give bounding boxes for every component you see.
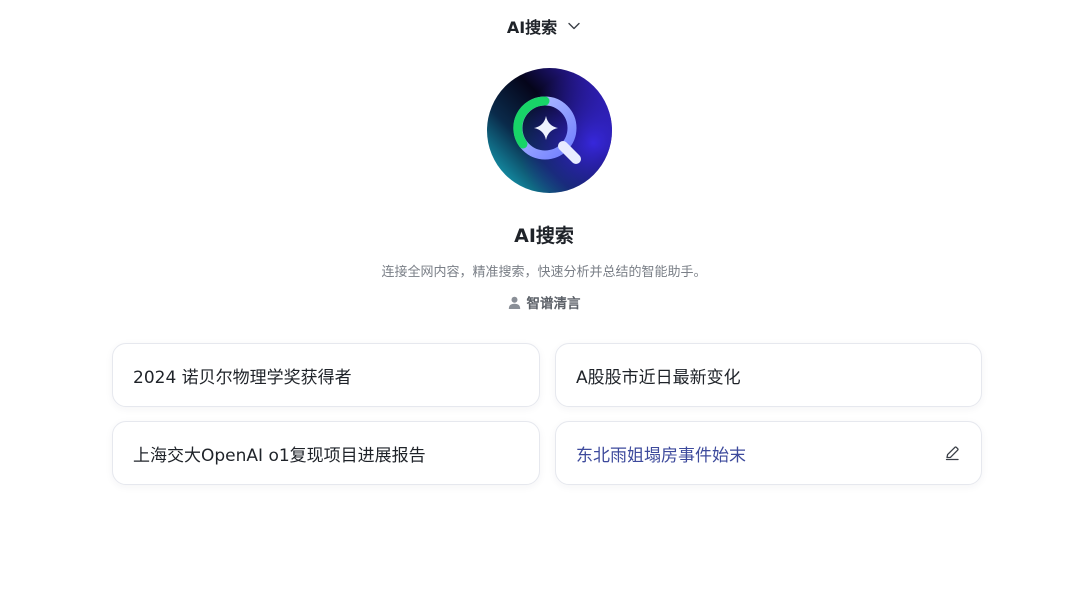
user-icon — [508, 296, 521, 309]
agent-home: AI搜索 AI搜索 连接全网内容，精准搜索，快速分析并总结的智能助手。 智谱清言… — [0, 0, 1088, 608]
ai-search-logo-icon — [487, 68, 612, 193]
suggestion-label: 上海交大OpenAI o1复现项目进展报告 — [133, 445, 426, 466]
agent-author[interactable]: 智谱清言 — [0, 292, 1088, 312]
suggestion-card[interactable]: A股股市近日最新变化 — [555, 343, 982, 407]
author-name[interactable]: 智谱清言 — [527, 292, 581, 312]
suggestion-grid: 2024 诺贝尔物理学奖获得者 A股股市近日最新变化 上海交大OpenAI o1… — [112, 343, 982, 485]
suggestion-label: 东北雨姐塌房事件始末 — [576, 445, 746, 466]
agent-name: AI搜索 — [514, 225, 574, 247]
suggestion-label: A股股市近日最新变化 — [576, 367, 741, 388]
suggestion-label: 2024 诺贝尔物理学奖获得者 — [133, 367, 352, 388]
suggestion-card[interactable]: 上海交大OpenAI o1复现项目进展报告 — [112, 421, 540, 485]
agent-selector[interactable]: AI搜索 — [0, 14, 1088, 38]
agent-selector-label[interactable]: AI搜索 — [507, 14, 557, 38]
agent-description: 连接全网内容，精准搜索，快速分析并总结的智能助手。 — [381, 265, 707, 280]
suggestion-card[interactable]: 2024 诺贝尔物理学奖获得者 — [112, 343, 540, 407]
edit-icon[interactable] — [943, 444, 961, 462]
chevron-down-icon[interactable] — [567, 19, 581, 33]
suggestion-card[interactable]: 东北雨姐塌房事件始末 — [555, 421, 982, 485]
